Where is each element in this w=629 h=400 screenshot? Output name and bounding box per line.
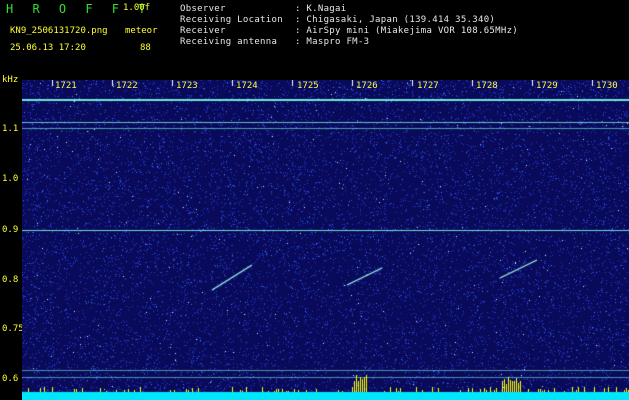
x-tick-label: 1721 (55, 81, 77, 91)
location-value: : Chigasaki, Japan (139.414 35.340) (295, 15, 496, 25)
x-tick-label: 1725 (297, 81, 319, 91)
y-axis-panel: kHz 1.1 1.0 0.9 0.8 0.75 0.6 (0, 75, 24, 400)
datetime-label: 25.06.13 17:20 (10, 43, 86, 53)
spectrogram-canvas (22, 80, 629, 400)
mode-label: meteor (125, 26, 158, 36)
version-label: 1.00f (123, 3, 151, 13)
x-tick-label: 1724 (236, 81, 258, 91)
antenna-label: Receiving antenna (180, 37, 278, 47)
y-tick-label: 0.9 (2, 225, 19, 235)
receiver-label: Receiver (180, 26, 226, 36)
antenna-value: : Maspro FM-3 (295, 37, 370, 47)
header-panel: H R O F F T 1.00f KN9_2506131720.png met… (0, 0, 629, 76)
observer-value: : K.Nagai (295, 4, 347, 14)
y-unit-label: kHz (2, 75, 19, 85)
x-tick-label: 1727 (417, 81, 439, 91)
y-tick-label: 1.0 (2, 174, 19, 184)
count-label: 88 (140, 43, 151, 53)
observer-label: Observer (180, 4, 226, 14)
x-tick-label: 1728 (476, 81, 498, 91)
x-tick-label: 1730 (596, 81, 618, 91)
filename-label: KN9_2506131720.png (10, 26, 108, 36)
x-tick-label: 1729 (536, 81, 558, 91)
receiver-value: : AirSpy mini (Miakejima VOR 108.65MHz) (295, 26, 519, 36)
y-tick-label: 0.8 (2, 275, 19, 285)
y-tick-label: 1.1 (2, 124, 19, 134)
x-tick-label: 1722 (116, 81, 138, 91)
x-tick-label: 1723 (176, 81, 198, 91)
y-tick-label: 0.6 (2, 374, 19, 384)
location-label: Receiving Location (180, 15, 283, 25)
y-tick-label: 0.75 (2, 324, 24, 334)
x-tick-label: 1726 (356, 81, 378, 91)
